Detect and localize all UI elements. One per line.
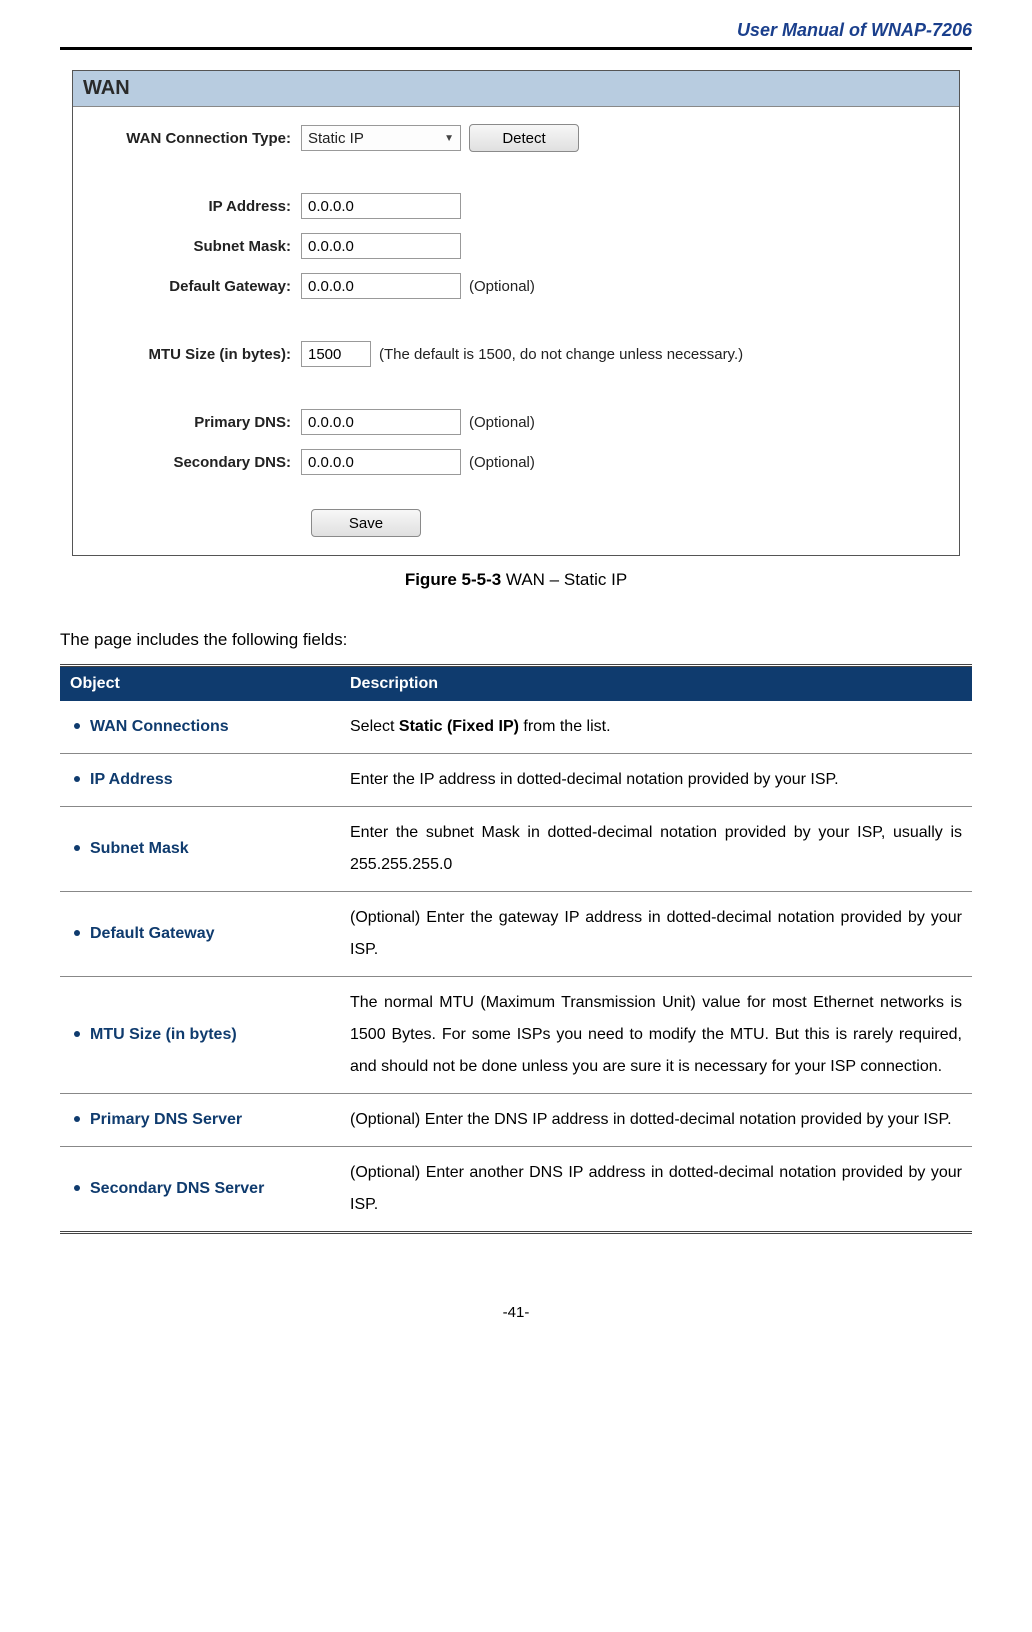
bullet-icon (74, 1116, 80, 1122)
note-pdns: (Optional) (469, 414, 535, 431)
figure-number: Figure 5-5-3 (405, 570, 506, 589)
label-pdns: Primary DNS: (91, 414, 301, 431)
object-label: Subnet Mask (90, 840, 189, 857)
table-row: Subnet Mask Enter the subnet Mask in dott… (60, 807, 972, 892)
label-mtu: MTU Size (in bytes): (91, 346, 301, 363)
description-cell: Select Static (Fixed IP) from the list. (340, 701, 972, 754)
object-label: IP Address (90, 771, 173, 788)
note-mtu: (The default is 1500, do not change unle… (379, 346, 743, 363)
description-cell: (Optional) Enter the gateway IP address … (340, 892, 972, 977)
note-sdns: (Optional) (469, 454, 535, 471)
save-button[interactable]: Save (311, 509, 421, 537)
object-label: Secondary DNS Server (90, 1180, 264, 1197)
description-cell: (Optional) Enter another DNS IP address … (340, 1147, 972, 1233)
table-row: Default Gateway (Optional) Enter the gate… (60, 892, 972, 977)
th-description: Description (340, 666, 972, 702)
object-cell: IP Address (60, 754, 340, 807)
table-row: Secondary DNS Server (Optional) Enter ano… (60, 1147, 972, 1233)
description-cell: The normal MTU (Maximum Transmission Uni… (340, 977, 972, 1094)
select-wan-type[interactable]: Static IP ▼ (301, 125, 461, 151)
label-gw: Default Gateway: (91, 278, 301, 295)
wan-panel: WAN WAN Connection Type: Static IP ▼ Det… (72, 70, 960, 556)
page-number: -41- (60, 1304, 972, 1321)
description-cell: (Optional) Enter the DNS IP address in d… (340, 1094, 972, 1147)
table-row: Primary DNS Server (Optional) Enter the D… (60, 1094, 972, 1147)
object-cell: Secondary DNS Server (60, 1147, 340, 1233)
panel-title: WAN (73, 71, 959, 107)
bullet-icon (74, 930, 80, 936)
object-label: Primary DNS Server (90, 1111, 242, 1128)
input-mtu[interactable] (301, 341, 371, 367)
note-gw: (Optional) (469, 278, 535, 295)
bullet-icon (74, 723, 80, 729)
detect-button[interactable]: Detect (469, 124, 579, 152)
object-cell: WAN Connections (60, 701, 340, 754)
bullet-icon (74, 776, 80, 782)
input-primary-dns[interactable] (301, 409, 461, 435)
input-subnet-mask[interactable] (301, 233, 461, 259)
label-wan-type: WAN Connection Type: (91, 130, 301, 147)
object-cell: Primary DNS Server (60, 1094, 340, 1147)
bullet-icon (74, 1031, 80, 1037)
table-row: IP Address Enter the IP address in dotted… (60, 754, 972, 807)
table-row: WAN Connections Select Static (Fixed IP) … (60, 701, 972, 754)
figure-caption: Figure 5-5-3 WAN – Static IP (60, 570, 972, 590)
description-cell: Enter the subnet Mask in dotted-decimal … (340, 807, 972, 892)
figure-title: WAN – Static IP (506, 570, 627, 589)
object-cell: Default Gateway (60, 892, 340, 977)
bullet-icon (74, 1185, 80, 1191)
label-ip: IP Address: (91, 198, 301, 215)
object-cell: MTU Size (in bytes) (60, 977, 340, 1094)
intro-text: The page includes the following fields: (60, 630, 972, 650)
input-ip-address[interactable] (301, 193, 461, 219)
object-cell: Subnet Mask (60, 807, 340, 892)
chevron-down-icon: ▼ (444, 133, 454, 144)
bullet-icon (74, 845, 80, 851)
description-cell: Enter the IP address in dotted-decimal n… (340, 754, 972, 807)
label-mask: Subnet Mask: (91, 238, 301, 255)
label-sdns: Secondary DNS: (91, 454, 301, 471)
doc-header: User Manual of WNAP-7206 (60, 20, 972, 50)
description-table: Object Description WAN Connections Select… (60, 664, 972, 1234)
th-object: Object (60, 666, 340, 702)
input-default-gateway[interactable] (301, 273, 461, 299)
object-label: MTU Size (in bytes) (90, 1026, 237, 1043)
object-label: Default Gateway (90, 925, 214, 942)
object-label: WAN Connections (90, 718, 229, 735)
select-wan-type-value: Static IP (308, 130, 364, 147)
table-row: MTU Size (in bytes) The normal MTU (Maxim… (60, 977, 972, 1094)
input-secondary-dns[interactable] (301, 449, 461, 475)
